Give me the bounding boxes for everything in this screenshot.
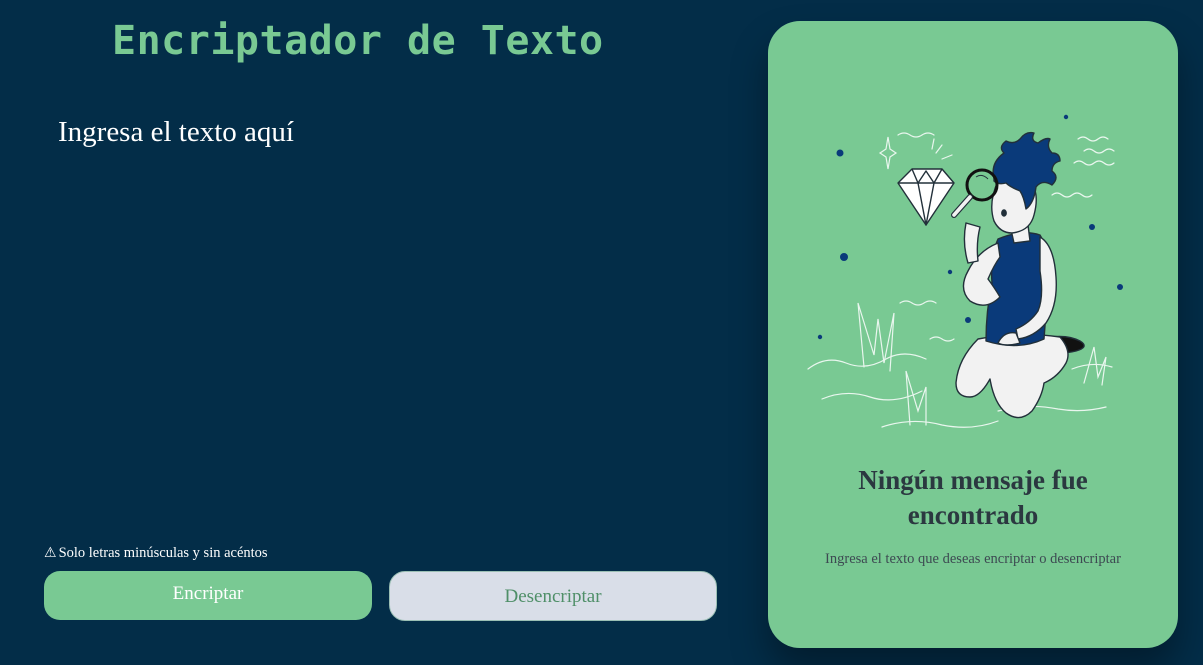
output-panel: Ningún mensaje fue encontrado Ingresa el…: [768, 21, 1178, 648]
hint: ⚠ Solo letras minúsculas y sin acéntos: [44, 545, 268, 562]
encrypt-button[interactable]: Encriptar: [44, 571, 372, 620]
decrypt-button[interactable]: Desencriptar: [389, 571, 717, 621]
warning-icon: ⚠: [44, 546, 57, 561]
hint-text: Solo letras minúsculas y sin acéntos: [58, 545, 268, 561]
app-title: Encriptador de Texto: [112, 18, 604, 64]
person-inspecting-diamond-illustration: [807, 114, 1123, 428]
empty-state-subtitle: Ingresa el texto que deseas encriptar o …: [825, 551, 1121, 567]
empty-state-title: Ningún mensaje fue encontrado: [858, 465, 1088, 530]
text-input[interactable]: [58, 116, 698, 516]
